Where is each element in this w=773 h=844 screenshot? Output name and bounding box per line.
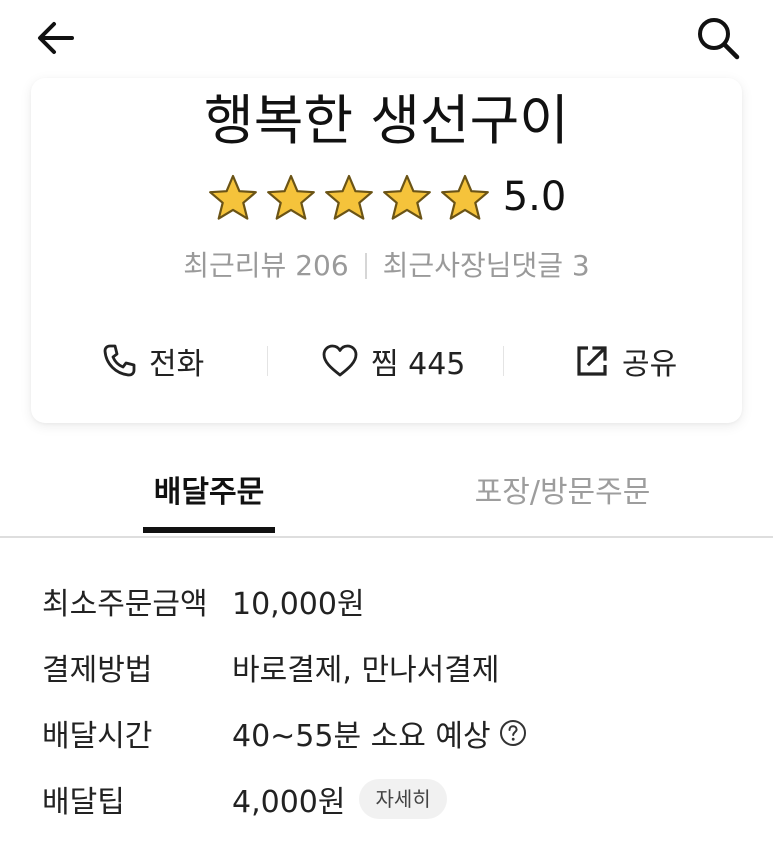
delivery-tip-detail-button[interactable]: 자세히 <box>359 779 447 819</box>
share-button[interactable]: 공유 <box>574 334 677 388</box>
delivery-tip-value-wrap: 4,000원 자세히 <box>232 777 447 821</box>
store-actions: 전화 찜 445 공유 <box>31 334 742 388</box>
like-button[interactable]: 찜 445 <box>321 334 465 388</box>
divider <box>503 346 504 376</box>
arrow-left-icon <box>38 22 74 54</box>
owner-comments-count[interactable]: 최근사장님댓글 3 <box>383 246 590 286</box>
top-bar <box>0 0 773 80</box>
tab-delivery[interactable]: 배달주문 <box>143 462 275 534</box>
payment-label: 결제방법 <box>42 653 153 688</box>
call-label: 전화 <box>149 347 205 382</box>
order-type-tabs: 배달주문 포장/방문주문 <box>0 462 773 538</box>
call-button[interactable]: 전화 <box>101 334 204 388</box>
star-icon <box>208 174 257 220</box>
share-label: 공유 <box>622 347 678 382</box>
search-icon <box>698 18 740 60</box>
star-icon <box>382 174 431 220</box>
tab-pickup[interactable]: 포장/방문주문 <box>460 462 665 534</box>
like-label: 찜 445 <box>371 347 466 382</box>
min-order-label: 최소주문금액 <box>42 587 208 622</box>
delivery-time-value-wrap: 40~55분 소요 예상 <box>232 711 527 755</box>
payment-value: 바로결제, 만나서결제 <box>232 653 500 688</box>
share-icon <box>577 346 607 376</box>
min-order-value: 10,000원 <box>232 587 365 622</box>
divider <box>364 253 367 279</box>
delivery-time-label: 배달시간 <box>42 719 153 754</box>
star-icon <box>440 174 489 220</box>
heart-icon <box>322 344 358 377</box>
recent-reviews-count[interactable]: 최근리뷰 206 <box>183 246 348 286</box>
star-icon <box>266 174 315 220</box>
review-summary: 최근리뷰 206 최근사장님댓글 3 <box>31 246 742 286</box>
delivery-tip-label: 배달팁 <box>42 785 125 820</box>
divider <box>267 346 268 376</box>
search-button[interactable] <box>694 14 742 62</box>
back-button[interactable] <box>34 16 78 60</box>
delivery-tip-value: 4,000원 <box>232 785 346 820</box>
store-name: 행복한 생선구이 <box>204 89 569 152</box>
store-info-card: 행복한 생선구이 5.0 최근리뷰 206 최근사장님댓글 3 전화 찜 445 <box>31 78 742 423</box>
star-icon <box>324 174 373 220</box>
star-rating <box>207 174 491 220</box>
phone-icon <box>103 344 136 377</box>
rating-row: 5.0 <box>31 173 742 221</box>
rating-value: 5.0 <box>502 174 567 220</box>
delivery-time-value: 40~55분 소요 예상 <box>232 719 491 754</box>
active-tab-indicator <box>143 527 275 533</box>
question-circle-icon[interactable] <box>499 719 527 747</box>
